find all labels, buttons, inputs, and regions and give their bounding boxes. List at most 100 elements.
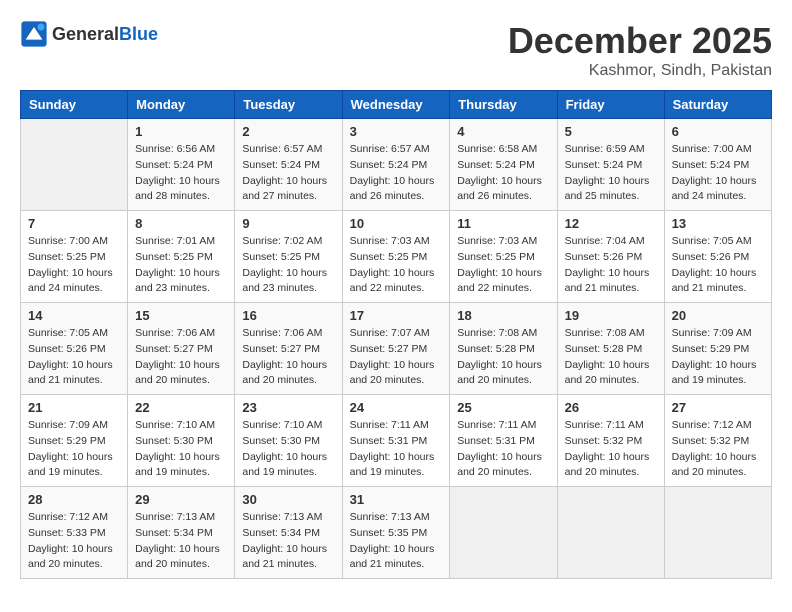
day-info: Sunrise: 7:05 AM Sunset: 5:26 PM Dayligh… (28, 326, 120, 389)
day-number: 9 (242, 216, 334, 231)
day-info: Sunrise: 7:11 AM Sunset: 5:32 PM Dayligh… (565, 418, 657, 481)
weekday-header-wednesday: Wednesday (342, 91, 450, 119)
day-info: Sunrise: 7:13 AM Sunset: 5:34 PM Dayligh… (242, 510, 334, 573)
empty-day (450, 487, 557, 579)
weekday-header-monday: Monday (128, 91, 235, 119)
day-number: 2 (242, 124, 334, 139)
day-number: 7 (28, 216, 120, 231)
weekday-header-friday: Friday (557, 91, 664, 119)
empty-day (664, 487, 771, 579)
day-info: Sunrise: 7:00 AM Sunset: 5:25 PM Dayligh… (28, 234, 120, 297)
calendar-day-2: 2 Sunrise: 6:57 AM Sunset: 5:24 PM Daylig… (235, 119, 342, 211)
logo-icon (20, 20, 48, 48)
calendar-week-row: 21Sunrise: 7:09 AM Sunset: 5:29 PM Dayli… (21, 395, 772, 487)
calendar-day-20: 20 Sunrise: 7:09 AM Sunset: 5:29 PM Dayli… (664, 303, 771, 395)
day-number: 17 (350, 308, 443, 323)
calendar-week-row: 28Sunrise: 7:12 AM Sunset: 5:33 PM Dayli… (21, 487, 772, 579)
calendar-day-11: 11 Sunrise: 7:03 AM Sunset: 5:25 PM Dayli… (450, 211, 557, 303)
day-number: 30 (242, 492, 334, 507)
calendar-day-22: 22 Sunrise: 7:10 AM Sunset: 5:30 PM Dayli… (128, 395, 235, 487)
calendar-day-12: 12 Sunrise: 7:04 AM Sunset: 5:26 PM Dayli… (557, 211, 664, 303)
calendar-day-30: 30 Sunrise: 7:13 AM Sunset: 5:34 PM Dayli… (235, 487, 342, 579)
logo: GeneralBlue (20, 20, 158, 48)
calendar-day-1: 1 Sunrise: 6:56 AM Sunset: 5:24 PM Daylig… (128, 119, 235, 211)
day-info: Sunrise: 6:58 AM Sunset: 5:24 PM Dayligh… (457, 142, 549, 205)
day-number: 20 (672, 308, 764, 323)
title-block: December 2025 Kashmor, Sindh, Pakistan (508, 20, 772, 80)
page-header: GeneralBlue December 2025 Kashmor, Sindh… (20, 20, 772, 80)
day-info: Sunrise: 7:10 AM Sunset: 5:30 PM Dayligh… (242, 418, 334, 481)
location-title: Kashmor, Sindh, Pakistan (508, 62, 772, 80)
day-info: Sunrise: 7:07 AM Sunset: 5:27 PM Dayligh… (350, 326, 443, 389)
calendar-day-19: 19 Sunrise: 7:08 AM Sunset: 5:28 PM Dayli… (557, 303, 664, 395)
weekday-header-thursday: Thursday (450, 91, 557, 119)
day-number: 22 (135, 400, 227, 415)
day-info: Sunrise: 6:56 AM Sunset: 5:24 PM Dayligh… (135, 142, 227, 205)
day-number: 14 (28, 308, 120, 323)
weekday-header-tuesday: Tuesday (235, 91, 342, 119)
day-number: 12 (565, 216, 657, 231)
day-number: 4 (457, 124, 549, 139)
day-number: 3 (350, 124, 443, 139)
day-number: 5 (565, 124, 657, 139)
day-number: 21 (28, 400, 120, 415)
day-info: Sunrise: 7:06 AM Sunset: 5:27 PM Dayligh… (135, 326, 227, 389)
calendar-day-26: 26 Sunrise: 7:11 AM Sunset: 5:32 PM Dayli… (557, 395, 664, 487)
day-info: Sunrise: 7:00 AM Sunset: 5:24 PM Dayligh… (672, 142, 764, 205)
day-info: Sunrise: 6:57 AM Sunset: 5:24 PM Dayligh… (242, 142, 334, 205)
calendar-day-27: 27Sunrise: 7:12 AM Sunset: 5:32 PM Dayli… (664, 395, 771, 487)
calendar-day-24: 24 Sunrise: 7:11 AM Sunset: 5:31 PM Dayli… (342, 395, 450, 487)
calendar-day-29: 29Sunrise: 7:13 AM Sunset: 5:34 PM Dayli… (128, 487, 235, 579)
calendar-day-14: 14 Sunrise: 7:05 AM Sunset: 5:26 PM Dayli… (21, 303, 128, 395)
calendar-week-row: 1 Sunrise: 6:56 AM Sunset: 5:24 PM Daylig… (21, 119, 772, 211)
calendar-day-23: 23 Sunrise: 7:10 AM Sunset: 5:30 PM Dayli… (235, 395, 342, 487)
calendar-day-6: 6 Sunrise: 7:00 AM Sunset: 5:24 PM Daylig… (664, 119, 771, 211)
day-info: Sunrise: 7:10 AM Sunset: 5:30 PM Dayligh… (135, 418, 227, 481)
day-number: 10 (350, 216, 443, 231)
day-info: Sunrise: 7:08 AM Sunset: 5:28 PM Dayligh… (565, 326, 657, 389)
day-number: 18 (457, 308, 549, 323)
calendar-day-8: 8Sunrise: 7:01 AM Sunset: 5:25 PM Daylig… (128, 211, 235, 303)
day-number: 19 (565, 308, 657, 323)
calendar-day-16: 16Sunrise: 7:06 AM Sunset: 5:27 PM Dayli… (235, 303, 342, 395)
calendar-day-4: 4 Sunrise: 6:58 AM Sunset: 5:24 PM Daylig… (450, 119, 557, 211)
calendar-table: SundayMondayTuesdayWednesdayThursdayFrid… (20, 90, 772, 579)
day-info: Sunrise: 7:03 AM Sunset: 5:25 PM Dayligh… (350, 234, 443, 297)
day-info: Sunrise: 7:11 AM Sunset: 5:31 PM Dayligh… (457, 418, 549, 481)
day-info: Sunrise: 7:03 AM Sunset: 5:25 PM Dayligh… (457, 234, 549, 297)
day-number: 11 (457, 216, 549, 231)
day-number: 6 (672, 124, 764, 139)
day-number: 26 (565, 400, 657, 415)
day-number: 23 (242, 400, 334, 415)
day-number: 1 (135, 124, 227, 139)
calendar-day-21: 21Sunrise: 7:09 AM Sunset: 5:29 PM Dayli… (21, 395, 128, 487)
day-info: Sunrise: 7:09 AM Sunset: 5:29 PM Dayligh… (672, 326, 764, 389)
day-info: Sunrise: 7:05 AM Sunset: 5:26 PM Dayligh… (672, 234, 764, 297)
month-title: December 2025 (508, 20, 772, 62)
day-info: Sunrise: 7:02 AM Sunset: 5:25 PM Dayligh… (242, 234, 334, 297)
calendar-day-28: 28Sunrise: 7:12 AM Sunset: 5:33 PM Dayli… (21, 487, 128, 579)
day-number: 31 (350, 492, 443, 507)
calendar-day-25: 25Sunrise: 7:11 AM Sunset: 5:31 PM Dayli… (450, 395, 557, 487)
empty-day (21, 119, 128, 211)
empty-day (557, 487, 664, 579)
day-info: Sunrise: 7:12 AM Sunset: 5:32 PM Dayligh… (672, 418, 764, 481)
calendar-header-row: SundayMondayTuesdayWednesdayThursdayFrid… (21, 91, 772, 119)
day-number: 16 (242, 308, 334, 323)
calendar-day-31: 31Sunrise: 7:13 AM Sunset: 5:35 PM Dayli… (342, 487, 450, 579)
day-number: 24 (350, 400, 443, 415)
day-number: 8 (135, 216, 227, 231)
day-info: Sunrise: 6:57 AM Sunset: 5:24 PM Dayligh… (350, 142, 443, 205)
calendar-day-17: 17 Sunrise: 7:07 AM Sunset: 5:27 PM Dayli… (342, 303, 450, 395)
logo-text: GeneralBlue (52, 24, 158, 45)
calendar-day-15: 15Sunrise: 7:06 AM Sunset: 5:27 PM Dayli… (128, 303, 235, 395)
calendar-week-row: 7 Sunrise: 7:00 AM Sunset: 5:25 PM Daylig… (21, 211, 772, 303)
day-info: Sunrise: 7:11 AM Sunset: 5:31 PM Dayligh… (350, 418, 443, 481)
calendar-day-7: 7 Sunrise: 7:00 AM Sunset: 5:25 PM Daylig… (21, 211, 128, 303)
day-info: Sunrise: 7:04 AM Sunset: 5:26 PM Dayligh… (565, 234, 657, 297)
day-info: Sunrise: 7:08 AM Sunset: 5:28 PM Dayligh… (457, 326, 549, 389)
calendar-day-3: 3 Sunrise: 6:57 AM Sunset: 5:24 PM Daylig… (342, 119, 450, 211)
day-info: Sunrise: 6:59 AM Sunset: 5:24 PM Dayligh… (565, 142, 657, 205)
day-info: Sunrise: 7:12 AM Sunset: 5:33 PM Dayligh… (28, 510, 120, 573)
calendar-day-5: 5 Sunrise: 6:59 AM Sunset: 5:24 PM Daylig… (557, 119, 664, 211)
